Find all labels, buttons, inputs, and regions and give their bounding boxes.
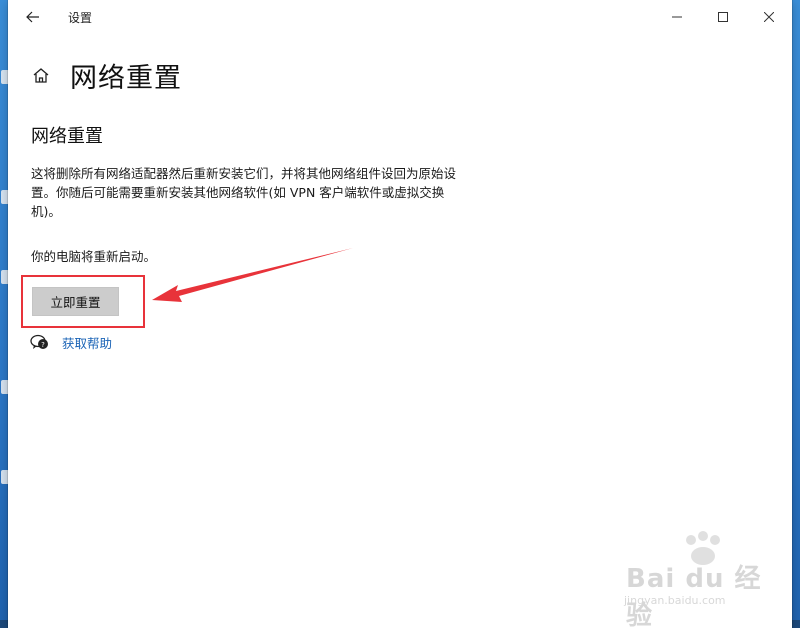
- maximize-button[interactable]: [700, 0, 746, 34]
- baidu-watermark: Bai du 经验 jingyan.baidu.com: [618, 531, 788, 628]
- annotation-arrow: [152, 248, 353, 302]
- maximize-icon: [718, 12, 728, 22]
- reset-now-button[interactable]: 立即重置: [32, 287, 119, 316]
- settings-window: 设置 网络重置 网络重置 这将删除所有网络适配器然后重新安装它们，并将其他网络组…: [8, 0, 792, 628]
- window-title: 设置: [68, 11, 93, 25]
- title-bar: 设置: [8, 0, 792, 34]
- window-controls: [654, 0, 792, 34]
- minimize-button[interactable]: [654, 0, 700, 34]
- help-chat-icon: ?: [30, 334, 50, 352]
- watermark-logo-text: Bai du 经验: [626, 564, 762, 628]
- page-title: 网络重置: [70, 63, 182, 94]
- page-header: 网络重置: [32, 56, 182, 95]
- back-button[interactable]: [22, 6, 44, 28]
- minimize-icon: [672, 16, 682, 18]
- reset-description: 这将删除所有网络适配器然后重新安装它们，并将其他网络组件设回为原始设置。你随后可…: [31, 166, 457, 219]
- back-arrow-icon: [26, 11, 39, 23]
- svg-text:?: ?: [41, 341, 45, 349]
- restart-note: 你的电脑将重新启动。: [31, 249, 157, 264]
- close-button[interactable]: [746, 0, 792, 34]
- watermark-url: jingyan.baidu.com: [624, 594, 726, 607]
- close-icon: [764, 12, 774, 22]
- home-icon: [33, 68, 49, 83]
- home-button[interactable]: [32, 67, 50, 85]
- get-help-link[interactable]: 获取帮助: [62, 333, 112, 352]
- section-title: 网络重置: [31, 126, 103, 147]
- get-help-row[interactable]: ? 获取帮助: [30, 333, 112, 352]
